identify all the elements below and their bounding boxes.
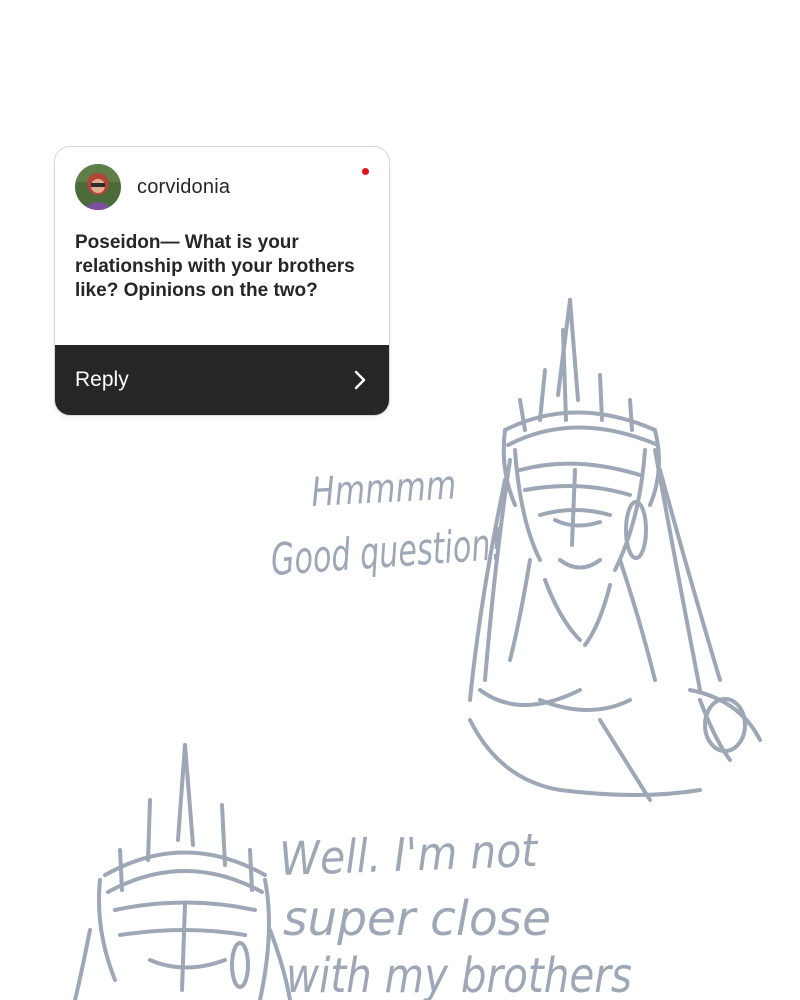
username[interactable]: corvidonia: [137, 176, 230, 199]
question-text: Poseidon— What is your relationship with…: [75, 232, 355, 301]
card-header: corvidonia: [75, 163, 230, 211]
speech-text-2c: with my brothers: [286, 948, 632, 1000]
reply-button[interactable]: Reply: [55, 345, 389, 415]
speech-text-2a: Well. I'm not: [278, 823, 539, 886]
avatar[interactable]: [75, 164, 121, 210]
unread-dot: [362, 168, 369, 175]
speech-text-2b: super close: [283, 891, 551, 947]
speech-text-1a: Hmmmm: [310, 462, 457, 516]
chevron-right-icon: [354, 370, 366, 390]
reply-label: Reply: [75, 368, 129, 391]
speech-text-1b: Good question!: [269, 519, 504, 586]
question-card: corvidonia Poseidon— What is your relati…: [54, 146, 390, 416]
